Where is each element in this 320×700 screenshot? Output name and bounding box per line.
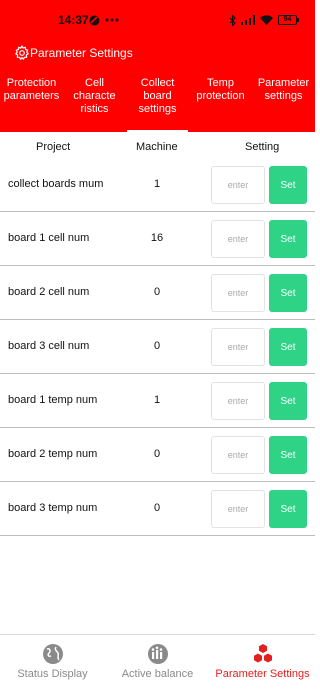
set-button[interactable]: Set [269, 220, 307, 258]
column-header-project: Project [36, 141, 71, 153]
set-button[interactable]: Set [269, 436, 307, 474]
row-machine-value: 0 [153, 340, 161, 352]
status-bar: 14:37 94 [0, 0, 315, 36]
setting-input[interactable] [211, 220, 265, 258]
row-machine-value: 0 [153, 502, 161, 514]
tab-label-line: settings [264, 90, 303, 102]
gear-icon [14, 45, 30, 61]
row-label: board 2 cell num [8, 286, 90, 298]
tab-label-line: ristics [80, 103, 109, 115]
bottom-navigation: Status Display Active balance Parameter … [0, 634, 315, 700]
bluetooth-icon [229, 14, 236, 26]
row-label: collect boards mum [8, 178, 104, 190]
row-label: board 3 cell num [8, 340, 90, 352]
globe-icon [42, 644, 63, 664]
cubes-icon [253, 644, 272, 663]
tab-label-line: Parameter [257, 77, 310, 89]
column-header-machine: Machine [136, 141, 178, 153]
nav-parameter-settings[interactable]: Parameter Settings [210, 635, 315, 700]
set-button[interactable]: Set [269, 328, 307, 366]
row-machine-value: 1 [153, 178, 161, 190]
nav-label: Active balance [121, 668, 194, 680]
table-row: board 1 cell num 16 Set [0, 212, 315, 266]
tab-label-line: Collect [140, 77, 175, 89]
signal-icon [241, 15, 255, 25]
page-title: Parameter Settings [30, 46, 133, 60]
row-label: board 2 temp num [8, 448, 98, 460]
table-row: board 2 cell num 0 Set [0, 266, 315, 320]
table-row: collect boards mum 1 Set [0, 158, 315, 212]
setting-input[interactable] [211, 274, 265, 312]
tab-temp-protection[interactable]: Temp protection [189, 70, 252, 132]
tab-cell-characteristics[interactable]: Cell characte ristics [63, 70, 126, 132]
setting-input[interactable] [211, 436, 265, 474]
table-row: board 3 cell num 0 Set [0, 320, 315, 374]
status-right-icons: 94 [229, 13, 299, 27]
tab-bar: Protection parameters Cell characte rist… [0, 70, 315, 132]
status-left-icons [89, 14, 119, 26]
battery-level: 94 [283, 16, 292, 23]
settings-table: collect boards mum 1 Set board 1 cell nu… [0, 158, 315, 536]
column-header-setting: Setting [245, 141, 280, 153]
nav-active-balance[interactable]: Active balance [105, 635, 210, 700]
notification-icon [89, 15, 100, 25]
row-label: board 1 temp num [8, 394, 98, 406]
header-title-row: Parameter Settings [14, 44, 133, 62]
row-label: board 3 temp num [8, 502, 98, 514]
row-machine-value: 0 [153, 448, 161, 460]
row-machine-value: 1 [153, 394, 161, 406]
tab-parameter-settings[interactable]: Parameter settings [252, 70, 315, 132]
status-time: 14:37 [58, 13, 89, 27]
more-dots-icon [105, 18, 119, 22]
set-button[interactable]: Set [269, 382, 307, 420]
tab-label-line: Cell characte [73, 77, 116, 102]
row-machine-value: 16 [150, 232, 164, 244]
nav-label: Parameter Settings [215, 668, 310, 680]
tab-label-line: parameters [3, 90, 60, 102]
tab-label-line: Protection [6, 77, 57, 89]
setting-input[interactable] [211, 328, 265, 366]
tab-collect-board-settings[interactable]: Collect board settings [126, 70, 189, 132]
set-button[interactable]: Set [269, 274, 307, 312]
tab-label-line: Temp [207, 77, 234, 89]
tab-protection-parameters[interactable]: Protection parameters [0, 70, 63, 132]
set-button[interactable]: Set [269, 490, 307, 528]
nav-status-display[interactable]: Status Display [0, 635, 105, 700]
table-row: board 1 temp num 1 Set [0, 374, 315, 428]
row-machine-value: 0 [153, 286, 161, 298]
row-label: board 1 cell num [8, 232, 90, 244]
table-row: board 3 temp num 0 Set [0, 482, 315, 536]
nav-label: Status Display [17, 668, 88, 680]
tab-label-line: board [143, 90, 172, 102]
set-button[interactable]: Set [269, 166, 307, 204]
tab-label-line: settings [138, 103, 177, 115]
setting-input[interactable] [211, 382, 265, 420]
battery-icon: 94 [278, 15, 299, 25]
setting-input[interactable] [211, 166, 265, 204]
tab-label-line: protection [196, 90, 245, 102]
table-row: board 2 temp num 0 Set [0, 428, 315, 482]
setting-input[interactable] [211, 490, 265, 528]
wifi-icon [260, 15, 273, 25]
balance-icon [147, 644, 168, 664]
